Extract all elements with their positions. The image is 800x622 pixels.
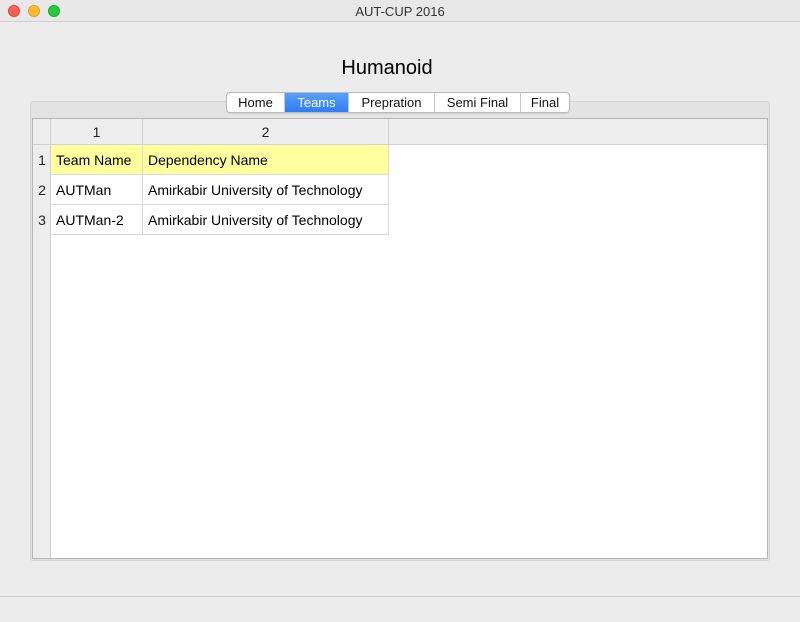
row-header-1[interactable]: 1 xyxy=(33,145,51,175)
tab-semi-final[interactable]: Semi Final xyxy=(435,93,521,112)
table-cell[interactable]: AUTMan-2 xyxy=(51,205,143,235)
table-cell[interactable]: Team Name xyxy=(51,145,143,175)
tab-bar: Home Teams Prepration Semi Final Final xyxy=(226,92,570,113)
table-cell[interactable]: Dependency Name xyxy=(143,145,389,175)
window-title: AUT-CUP 2016 xyxy=(355,4,445,19)
app-window: AUT-CUP 2016 Humanoid Home Teams Preprat… xyxy=(0,0,800,622)
page-title: Humanoid xyxy=(341,57,433,79)
row-header-2[interactable]: 2 xyxy=(33,175,51,205)
table-corner[interactable] xyxy=(33,119,51,145)
table-cell[interactable]: AUTMan xyxy=(51,175,143,205)
teams-table[interactable]: 1 2 1 2 3 Team Name Dependency Name AUTM… xyxy=(32,118,768,559)
table-cell[interactable]: Amirkabir University of Technology xyxy=(143,175,389,205)
column-header-2[interactable]: 2 xyxy=(143,119,389,145)
column-header-1[interactable]: 1 xyxy=(51,119,143,145)
tab-prepration[interactable]: Prepration xyxy=(349,93,435,112)
tab-home[interactable]: Home xyxy=(227,93,285,112)
tab-final[interactable]: Final xyxy=(521,93,569,112)
table-cell[interactable]: Amirkabir University of Technology xyxy=(143,205,389,235)
title-bar[interactable]: AUT-CUP 2016 xyxy=(0,0,800,22)
status-bar xyxy=(0,596,800,622)
row-header-3[interactable]: 3 xyxy=(33,205,51,235)
tab-teams[interactable]: Teams xyxy=(285,93,349,112)
